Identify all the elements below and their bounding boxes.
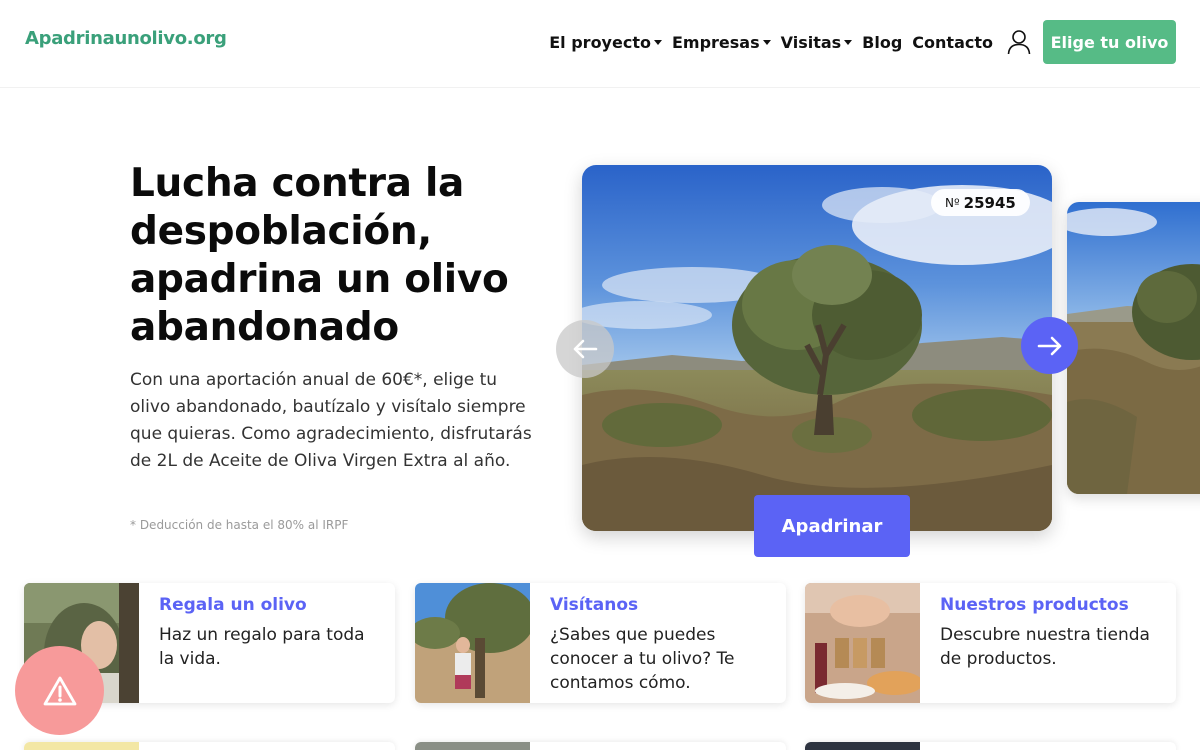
main-nav: El proyecto Empresas Visitas Blog Contac… <box>549 20 1176 64</box>
card-text: Haz un regalo para toda la vida. <box>159 625 365 669</box>
products-photo <box>805 583 920 703</box>
site-logo[interactable]: Apadrinaunolivo.org <box>25 28 227 49</box>
card-title: Visítanos <box>550 595 639 615</box>
warning-icon <box>43 676 76 705</box>
visit-olive-photo <box>415 583 530 703</box>
nav-item-label: Contacto <box>912 32 993 52</box>
caret-down-icon <box>844 39 853 45</box>
accessibility-alert-button[interactable] <box>15 646 104 735</box>
nav-item-visitas[interactable]: Visitas <box>781 33 853 52</box>
caret-down-icon <box>762 39 771 45</box>
hero-title: Lucha contra la despoblación, apadrina u… <box>130 161 509 350</box>
carousel-prev-button[interactable] <box>556 320 614 378</box>
card-text: ¿Sabes que puedes conocer a tu olivo? Te… <box>550 625 735 693</box>
card-visitanos[interactable]: Visítanos ¿Sabes que puedes conocer a tu… <box>415 583 786 703</box>
apadrinar-button[interactable]: Apadrinar <box>754 495 910 557</box>
card-nuestros-productos[interactable]: Nuestros productos Descubre nuestra tien… <box>805 583 1176 703</box>
carousel-next-button[interactable] <box>1021 317 1078 374</box>
nav-item-el-proyecto[interactable]: El proyecto <box>549 33 662 52</box>
card-title: Regala un olivo <box>159 595 307 615</box>
caret-down-icon <box>653 39 662 45</box>
tree-number-value: 25945 <box>963 193 1016 212</box>
tree-number-badge: Nº 25945 <box>931 189 1030 216</box>
carousel-main-slide[interactable] <box>582 165 1052 531</box>
card-thumbnail <box>415 742 530 750</box>
nav-item-label: Blog <box>862 32 903 52</box>
card-next-row[interactable] <box>24 742 395 750</box>
card-title: Nuestros productos <box>940 595 1129 615</box>
carousel-next-slide[interactable] <box>1067 202 1200 494</box>
tax-deduction-note: * Deducción de hasta el 80% al IRPF <box>130 518 349 532</box>
card-text: Descubre nuestra tienda de productos. <box>940 625 1150 669</box>
olive-tree-photo <box>1067 202 1200 494</box>
card-next-row[interactable] <box>415 742 786 750</box>
nav-item-blog[interactable]: Blog <box>862 33 902 52</box>
hero-description: Con una aportación anual de 60€*, elige … <box>130 370 532 471</box>
nav-item-contacto[interactable]: Contacto <box>912 33 993 52</box>
user-icon[interactable] <box>1007 29 1031 55</box>
card-thumbnail <box>24 742 139 750</box>
card-next-row[interactable] <box>805 742 1176 750</box>
elige-tu-olivo-button[interactable]: Elige tu olivo <box>1043 20 1176 64</box>
arrow-left-icon <box>573 339 598 359</box>
nav-item-label: El proyecto <box>549 32 651 52</box>
nav-item-label: Empresas <box>671 32 760 52</box>
card-thumbnail <box>805 742 920 750</box>
site-header: Apadrinaunolivo.org El proyecto Empresas… <box>0 0 1200 88</box>
card-thumbnail <box>805 583 920 703</box>
arrow-right-icon <box>1037 336 1061 355</box>
olive-tree-photo <box>582 165 1052 531</box>
nav-item-empresas[interactable]: Empresas <box>672 33 771 52</box>
nav-item-label: Visitas <box>780 32 842 52</box>
card-thumbnail <box>415 583 530 703</box>
tree-number-label: Nº <box>945 195 960 210</box>
